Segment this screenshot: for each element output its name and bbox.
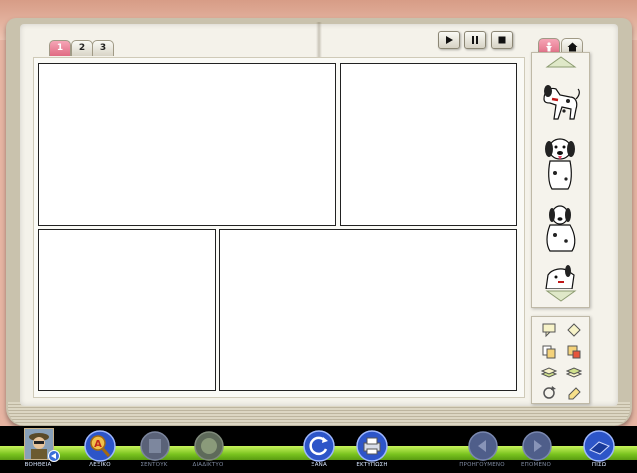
play-icon: [446, 36, 453, 44]
internet-button[interactable]: [193, 430, 225, 462]
page-tab-3[interactable]: 3: [92, 40, 114, 56]
home-icon: [567, 42, 577, 52]
dictionary-button[interactable]: A: [84, 430, 116, 462]
play-button[interactable]: [438, 31, 460, 49]
next-label: ΕΠΟΜΕΝΟ: [520, 462, 551, 468]
sticker-dog-walking[interactable]: [538, 77, 582, 127]
stop-button[interactable]: [491, 31, 513, 49]
tools-panel: [531, 316, 590, 404]
scroll-up-button[interactable]: [544, 56, 578, 68]
print-label: ΕΚΤΥΠΩΣΗ: [356, 462, 388, 468]
comic-panel-4[interactable]: [219, 229, 517, 391]
copy-tool-icon[interactable]: [541, 344, 557, 360]
previous-button[interactable]: [467, 430, 499, 462]
comic-panel-3[interactable]: [38, 229, 216, 391]
next-button[interactable]: [521, 430, 553, 462]
layer-down-tool-icon[interactable]: [541, 365, 557, 381]
notebook-button[interactable]: [139, 430, 171, 462]
comic-panel-2[interactable]: [340, 63, 517, 226]
help-label: ΒΟΗΘΕΙΑ: [24, 462, 52, 468]
again-label: ΞΑΝΑ: [311, 462, 327, 468]
pause-button[interactable]: [464, 31, 486, 49]
page-tab-2[interactable]: 2: [71, 40, 93, 56]
sticker-dog-peeking[interactable]: [538, 263, 582, 289]
previous-label: ΠΡΟΗΓΟΥΜΕΝΟ: [459, 462, 505, 468]
sticker-panel: [531, 52, 590, 308]
stop-icon: [498, 36, 506, 44]
internet-label: ΔΙΑΔΙΚΤΥΟ: [192, 462, 224, 468]
shape-tool-icon[interactable]: [566, 322, 582, 338]
exit-button[interactable]: [583, 430, 615, 462]
eraser-tool-icon[interactable]: [566, 384, 582, 400]
notebook-label: ΣΕΝΤΟΥΚ: [140, 462, 168, 468]
speech-bubble-tool-icon[interactable]: [541, 322, 557, 338]
pause-icon: [472, 36, 478, 44]
dictionary-label: ΛΕΞΙΚΟ: [89, 462, 111, 468]
sticker-dog-sitting-front[interactable]: [538, 133, 582, 193]
character-icon: [546, 42, 552, 52]
page-tab-1[interactable]: 1: [49, 40, 71, 56]
layer-up-tool-icon[interactable]: [566, 365, 582, 381]
comic-panel-1[interactable]: [38, 63, 336, 226]
help-arrow-icon: [48, 450, 60, 462]
svg-text:A: A: [94, 439, 102, 450]
rotate-tool-icon[interactable]: [541, 384, 557, 400]
duplicate-tool-icon[interactable]: [566, 344, 582, 360]
exit-label: ΠΙΣΩ: [591, 462, 607, 468]
sticker-dog-sitting[interactable]: [538, 201, 582, 253]
again-button[interactable]: [303, 430, 335, 462]
scroll-down-button[interactable]: [544, 290, 578, 302]
print-button[interactable]: [356, 430, 388, 462]
